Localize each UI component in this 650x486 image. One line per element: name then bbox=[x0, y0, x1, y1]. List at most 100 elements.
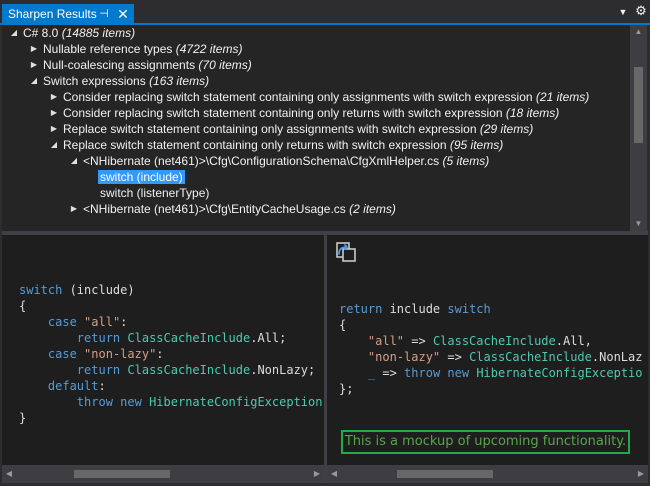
code-token: return bbox=[339, 302, 383, 316]
tree-node-label: Consider replacing switch statement cont… bbox=[63, 106, 503, 120]
close-icon[interactable]: ✕ bbox=[115, 4, 131, 24]
tree-node-replace-assignments[interactable]: ▶ Replace switch statement containing onl… bbox=[48, 121, 533, 137]
code-token: => bbox=[404, 334, 433, 348]
tree-vertical-scrollbar[interactable]: ▲ ▼ bbox=[630, 25, 647, 231]
code-token: { bbox=[19, 299, 27, 313]
expand-right-icon[interactable]: ▶ bbox=[28, 41, 40, 57]
scroll-right-icon[interactable]: ▶ bbox=[634, 465, 648, 483]
tree-node-label: C# 8.0 bbox=[23, 26, 59, 40]
code-token: : bbox=[120, 315, 128, 329]
code-token: .All, bbox=[555, 334, 592, 348]
code-token: ClassCacheInclude bbox=[432, 334, 556, 348]
tree-node-count: (4722 items) bbox=[175, 42, 243, 56]
code-token: switch bbox=[19, 283, 63, 297]
scroll-right-icon[interactable]: ▶ bbox=[310, 465, 324, 483]
before-horizontal-scrollbar[interactable]: ◀ ▶ bbox=[2, 465, 324, 483]
tree-node-nullable-reference-types[interactable]: ▶ Nullable reference types (4722 items) bbox=[28, 41, 243, 57]
code-token: => bbox=[375, 366, 405, 380]
code-token: return bbox=[76, 363, 121, 377]
tab-title: Sharpen Results bbox=[8, 7, 97, 21]
tree-node-label: switch (include) bbox=[98, 170, 185, 184]
after-code: return include switch { "all" => ClassCa… bbox=[339, 301, 643, 397]
tree-node-count: (2 items) bbox=[349, 202, 396, 216]
expand-right-icon[interactable]: ▶ bbox=[68, 201, 80, 217]
tree-node-csharp8[interactable]: ◢ C# 8.0 (14885 items) bbox=[8, 25, 135, 41]
tree-node-consider-assignments[interactable]: ▶ Consider replacing switch statement con… bbox=[48, 89, 589, 105]
tree-node-switch-listenertype[interactable]: switch (listenerType) bbox=[100, 185, 209, 201]
scrollbar-thumb[interactable] bbox=[397, 470, 493, 478]
code-token: throw bbox=[76, 395, 113, 409]
code-token: .All; bbox=[250, 331, 287, 345]
code-token: "non-lazy" bbox=[84, 347, 157, 361]
code-token: }; bbox=[339, 382, 354, 396]
tree-node-count: (5 items) bbox=[442, 154, 490, 168]
before-code: switch (include) { case "all": return Cl… bbox=[19, 282, 324, 426]
tool-window-titlebar: Sharpen Results ⊣ ✕ ▼ ⚙ bbox=[0, 0, 650, 24]
code-token: "all" bbox=[367, 334, 405, 348]
tab-sharpen-results[interactable]: Sharpen Results ⊣ ✕ bbox=[2, 4, 134, 24]
code-token: HibernateConfigExceptio bbox=[476, 366, 643, 380]
tree-node-label: Switch expressions bbox=[43, 74, 146, 88]
tree-node-label: Consider replacing switch statement cont… bbox=[63, 90, 533, 104]
code-token: default bbox=[47, 379, 99, 393]
code-token: case bbox=[47, 347, 77, 361]
tree-node-count: (70 items) bbox=[198, 58, 252, 72]
code-token: throw bbox=[404, 366, 441, 380]
gear-icon[interactable]: ⚙ bbox=[634, 4, 648, 18]
tree-node-switch-include[interactable]: switch (include) bbox=[98, 169, 185, 185]
tree-node-replace-returns[interactable]: ◢ Replace switch statement containing onl… bbox=[48, 137, 503, 153]
code-token: switch bbox=[447, 302, 491, 316]
code-token: new bbox=[120, 395, 142, 409]
code-token: => bbox=[440, 350, 470, 364]
tree-node-label: Replace switch statement containing only… bbox=[63, 122, 477, 136]
expand-right-icon[interactable]: ▶ bbox=[28, 57, 40, 73]
expand-down-icon[interactable]: ◢ bbox=[68, 153, 80, 169]
scrollbar-thumb[interactable] bbox=[74, 470, 170, 478]
scroll-down-icon[interactable]: ▼ bbox=[630, 217, 647, 231]
expand-right-icon[interactable]: ▶ bbox=[48, 89, 60, 105]
tree-node-file-cfgxmlhelper[interactable]: ◢ <NHibernate (net461)>\Cfg\Configuration… bbox=[68, 153, 489, 169]
tree-node-label: <NHibernate (net461)>\Cfg\ConfigurationS… bbox=[83, 154, 440, 168]
expand-down-icon[interactable]: ◢ bbox=[8, 25, 20, 41]
code-token: { bbox=[339, 318, 347, 332]
tree-node-count: (163 items) bbox=[149, 74, 210, 88]
results-tree[interactable]: ◢ C# 8.0 (14885 items) ▶ Nullable referenc… bbox=[2, 25, 630, 231]
tree-node-count: (18 items) bbox=[505, 106, 560, 120]
apply-fix-icon[interactable] bbox=[334, 240, 358, 264]
code-token: ClassCacheInclude bbox=[469, 350, 592, 364]
code-token: : bbox=[98, 379, 106, 393]
tree-node-label: switch (listenerType) bbox=[100, 186, 210, 200]
tree-node-count: (14885 items) bbox=[61, 26, 136, 40]
after-horizontal-scrollbar[interactable]: ◀ ▶ bbox=[327, 465, 648, 483]
code-token: include bbox=[382, 302, 448, 316]
scroll-left-icon[interactable]: ◀ bbox=[2, 465, 16, 483]
expand-right-icon[interactable]: ▶ bbox=[48, 121, 60, 137]
tree-node-label: Nullable reference types bbox=[43, 42, 173, 56]
tree-node-count: (95 items) bbox=[449, 138, 504, 152]
tree-node-label: Null-coalescing assignments bbox=[43, 58, 196, 72]
code-token: (include) bbox=[62, 283, 135, 297]
code-token: HibernateConfigException bbox=[149, 395, 323, 409]
pin-icon[interactable]: ⊣ bbox=[96, 4, 112, 24]
code-token: "non-lazy" bbox=[367, 350, 441, 364]
expand-down-icon[interactable]: ◢ bbox=[28, 73, 40, 89]
scroll-up-icon[interactable]: ▲ bbox=[630, 25, 647, 39]
code-token: } bbox=[19, 411, 27, 425]
code-token: "all" bbox=[84, 315, 121, 329]
tree-node-null-coalescing[interactable]: ▶ Null-coalescing assignments (70 items) bbox=[28, 57, 252, 73]
before-code-pane: switch (include) { case "all": return Cl… bbox=[2, 235, 324, 465]
code-token: return bbox=[76, 331, 121, 345]
expand-down-icon[interactable]: ◢ bbox=[48, 137, 60, 153]
scroll-left-icon[interactable]: ◀ bbox=[327, 465, 341, 483]
tree-node-count: (29 items) bbox=[479, 122, 534, 136]
tree-node-label: <NHibernate (net461)>\Cfg\EntityCacheUsa… bbox=[83, 202, 346, 216]
dropdown-menu-icon[interactable]: ▼ bbox=[617, 6, 629, 18]
code-token: .NonLaz bbox=[591, 350, 643, 364]
scrollbar-thumb[interactable] bbox=[634, 67, 643, 143]
tree-node-file-entitycacheusage[interactable]: ▶ <NHibernate (net461)>\Cfg\EntityCacheUs… bbox=[68, 201, 396, 217]
expand-right-icon[interactable]: ▶ bbox=[48, 105, 60, 121]
code-token: new bbox=[447, 366, 470, 380]
code-token: ClassCacheInclude bbox=[127, 331, 251, 345]
tree-node-switch-expressions[interactable]: ◢ Switch expressions (163 items) bbox=[28, 73, 209, 89]
tree-node-consider-returns[interactable]: ▶ Consider replacing switch statement con… bbox=[48, 105, 559, 121]
